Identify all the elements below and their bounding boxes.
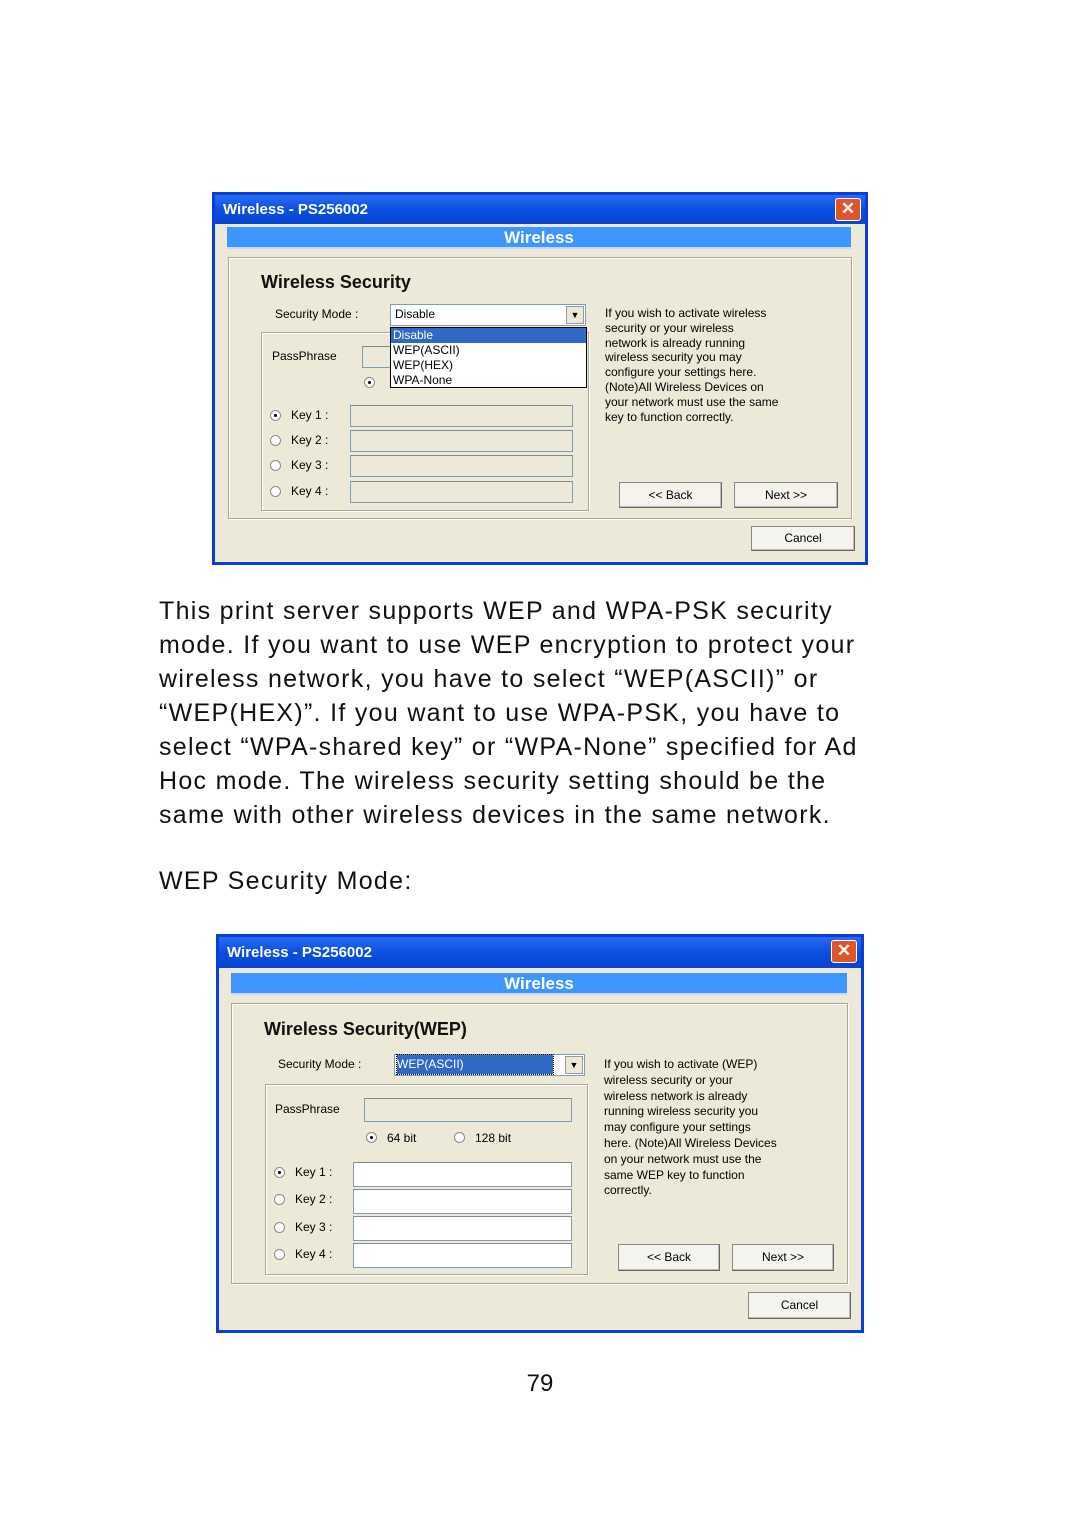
key4-radio[interactable]	[274, 1249, 285, 1260]
key4-input[interactable]	[350, 481, 573, 503]
title-bar: Wireless - PS256002	[219, 937, 861, 968]
64bit-label: 64 bit	[387, 1131, 417, 1145]
paragraph-line: “WEP(HEX)”. If you want to use WPA-PSK, …	[159, 699, 841, 727]
key4-label: Key 4 :	[291, 484, 329, 498]
title-bar: Wireless - PS256002	[215, 195, 865, 224]
option-wep-ascii[interactable]: WEP(ASCII)	[391, 343, 586, 358]
help-text: If you wish to activate (WEP) wireless s…	[604, 1057, 777, 1199]
128bit-radio[interactable]	[454, 1132, 465, 1143]
section-heading: Wireless Security	[261, 272, 411, 292]
key2-label: Key 2 :	[295, 1192, 333, 1206]
key3-radio[interactable]	[270, 460, 281, 471]
back-button[interactable]: << Back	[619, 482, 722, 508]
key1-label: Key 1 :	[295, 1165, 333, 1179]
passphrase-label: PassPhrase	[272, 349, 337, 363]
passphrase-input[interactable]	[364, 1098, 572, 1122]
help-line: may configure your settings	[604, 1120, 751, 1135]
help-line: configure your settings here.	[605, 365, 757, 380]
security-mode-select[interactable]: Disable ▼	[390, 304, 586, 326]
help-line: wireless security you may	[605, 350, 742, 365]
help-line: (Note)All Wireless Devices on	[605, 379, 764, 394]
security-mode-dropdown: Disable WEP(ASCII) WEP(HEX) WPA-None	[390, 327, 587, 388]
help-line: wireless network is already	[604, 1088, 748, 1103]
close-button[interactable]: ✕	[831, 940, 857, 963]
option-wep-hex[interactable]: WEP(HEX)	[391, 358, 586, 373]
help-text: If you wish to activate wireless securit…	[605, 306, 778, 424]
key2-radio[interactable]	[270, 435, 281, 446]
key2-input[interactable]	[353, 1189, 572, 1214]
document-page: Wireless - PS256002 ✕ Wireless Wireless …	[0, 0, 1080, 1527]
selected-value: WEP(ASCII)	[396, 1054, 554, 1075]
cancel-button[interactable]: Cancel	[751, 526, 855, 551]
key3-input[interactable]	[353, 1216, 572, 1241]
help-line: correctly.	[604, 1183, 652, 1198]
help-line: security or your wireless	[605, 320, 734, 335]
paragraph-line: wireless network, you have to select “WE…	[159, 665, 819, 693]
help-line: wireless security or your	[604, 1072, 733, 1087]
key2-radio[interactable]	[274, 1194, 285, 1205]
paragraph-line: mode. If you want to use WEP encryption …	[159, 631, 856, 659]
help-line: same WEP key to function	[604, 1167, 745, 1182]
128bit-label: 128 bit	[475, 1131, 512, 1145]
key1-radio[interactable]	[270, 410, 281, 421]
key4-radio[interactable]	[270, 486, 281, 497]
passphrase-label: PassPhrase	[275, 1102, 340, 1116]
section-label: WEP Security Mode:	[159, 867, 413, 895]
key2-label: Key 2 :	[291, 433, 329, 447]
option-wpa-none[interactable]: WPA-None	[391, 373, 586, 388]
help-line: your network must use the same	[605, 394, 779, 409]
key3-input[interactable]	[350, 455, 573, 477]
selected-value: Disable	[395, 307, 436, 321]
help-line: If you wish to activate wireless	[605, 306, 767, 320]
window-title: Wireless - PS256002	[227, 944, 372, 961]
cancel-button[interactable]: Cancel	[748, 1292, 851, 1319]
key2-input[interactable]	[350, 430, 573, 452]
window-title: Wireless - PS256002	[223, 201, 368, 218]
security-mode-select[interactable]: WEP(ASCII) ▼	[394, 1054, 585, 1076]
chevron-down-icon[interactable]: ▼	[566, 306, 584, 324]
help-line: on your network must use the	[604, 1151, 762, 1166]
wireless-banner: Wireless	[227, 227, 851, 249]
key4-input[interactable]	[353, 1243, 572, 1268]
back-button[interactable]: << Back	[618, 1244, 720, 1271]
paragraph-line: This print server supports WEP and WPA-P…	[159, 597, 833, 625]
page-number: 79	[526, 1370, 554, 1397]
key4-label: Key 4 :	[295, 1247, 333, 1261]
key3-label: Key 3 :	[295, 1220, 333, 1234]
wireless-banner: Wireless	[231, 973, 847, 995]
section-heading: Wireless Security(WEP)	[264, 1019, 467, 1039]
key1-input[interactable]	[353, 1162, 572, 1187]
security-mode-label: Security Mode :	[275, 307, 359, 321]
key3-radio[interactable]	[274, 1222, 285, 1233]
help-line: key to function correctly.	[605, 409, 734, 424]
security-mode-label: Security Mode :	[278, 1057, 362, 1071]
help-line: network is already running	[605, 335, 746, 350]
key1-input[interactable]	[350, 405, 573, 427]
help-line: here. (Note)All Wireless Devices	[604, 1135, 777, 1150]
64bit-radio[interactable]	[366, 1132, 377, 1143]
next-button[interactable]: Next >>	[734, 482, 838, 508]
key3-label: Key 3 :	[291, 458, 329, 472]
paragraph-line: same with other wireless devices in the …	[159, 801, 831, 829]
close-button[interactable]: ✕	[835, 198, 861, 221]
key1-radio[interactable]	[274, 1167, 285, 1178]
next-button[interactable]: Next >>	[732, 1244, 834, 1271]
64bit-radio[interactable]	[364, 377, 375, 388]
option-disable[interactable]: Disable	[391, 328, 586, 343]
help-line: running wireless security you	[604, 1104, 759, 1119]
paragraph-line: select “WPA-shared key” or “WPA-None” sp…	[159, 733, 858, 761]
chevron-down-icon[interactable]: ▼	[565, 1056, 583, 1074]
key1-label: Key 1 :	[291, 408, 329, 422]
paragraph-line: Hoc mode. The wireless security setting …	[159, 767, 827, 795]
help-line: If you wish to activate (WEP)	[604, 1057, 758, 1071]
